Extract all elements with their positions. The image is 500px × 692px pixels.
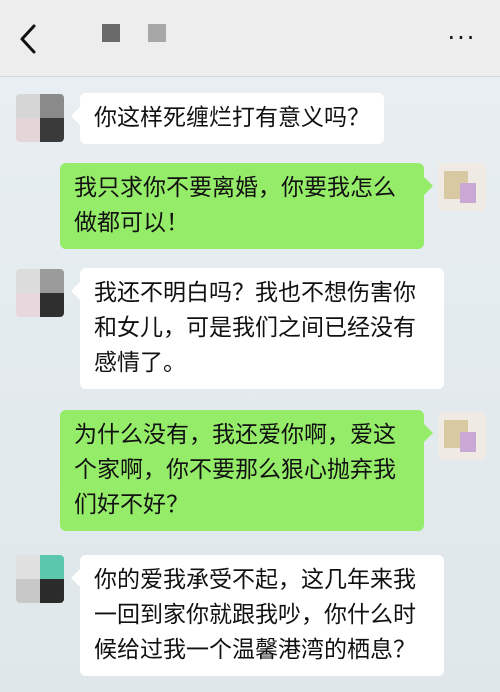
message-text-line: 一回到家你就跟我吵，你什么时 bbox=[94, 602, 416, 628]
message-text-line: 为什么没有，我还爱你啊，爱这 bbox=[74, 422, 396, 448]
contact-avatar[interactable] bbox=[16, 269, 64, 317]
contact-avatar[interactable] bbox=[16, 94, 64, 142]
message-text-line: 感情了。 bbox=[94, 350, 186, 376]
message-text-line: 们好不好？ bbox=[74, 492, 189, 518]
outgoing-message-bubble[interactable]: 为什么没有，我还爱你啊，爱这 个家啊，你不要那么狠心抛弃我 们好不好？ bbox=[60, 410, 433, 531]
message-text-line: 个家啊，你不要那么狠心抛弃我 bbox=[74, 457, 396, 483]
title-block-2 bbox=[148, 24, 166, 42]
chat-area[interactable]: 你这样死缠烂打有意义吗？ 我只求你不要离婚，你要我怎么 做都可以！ 我还不明白吗… bbox=[0, 77, 500, 692]
my-avatar[interactable] bbox=[438, 163, 486, 211]
message-text-line: 和女儿，可是我们之间已经没有 bbox=[94, 315, 416, 341]
contact-name-redacted bbox=[102, 22, 182, 50]
outgoing-message-bubble[interactable]: 我只求你不要离婚，你要我怎么 做都可以！ bbox=[60, 163, 433, 249]
incoming-message-bubble[interactable]: 你的爱我承受不起，这几年来我 一回到家你就跟我吵，你什么时 候给过我一个温馨港湾… bbox=[71, 555, 444, 676]
message-text-line: 做都可以！ bbox=[74, 210, 189, 236]
title-block-1 bbox=[102, 24, 120, 42]
incoming-message-bubble[interactable]: 你这样死缠烂打有意义吗？ bbox=[71, 93, 384, 144]
contact-avatar[interactable] bbox=[16, 555, 64, 603]
incoming-message-bubble[interactable]: 我还不明白吗？我也不想伤害你 和女儿，可是我们之间已经没有 感情了。 bbox=[71, 268, 444, 389]
chat-header: ··· bbox=[0, 0, 500, 77]
chevron-left-icon[interactable] bbox=[14, 22, 42, 56]
message-text-line: 候给过我一个温馨港湾的栖息？ bbox=[94, 637, 416, 663]
my-avatar[interactable] bbox=[438, 412, 486, 460]
more-options-icon[interactable]: ··· bbox=[442, 26, 482, 50]
message-text-line: 我只求你不要离婚，你要我怎么 bbox=[74, 175, 396, 201]
message-text-line: 你的爱我承受不起，这几年来我 bbox=[94, 567, 416, 593]
message-text-line: 你这样死缠烂打有意义吗？ bbox=[94, 105, 370, 131]
message-text-line: 我还不明白吗？我也不想伤害你 bbox=[94, 280, 416, 306]
